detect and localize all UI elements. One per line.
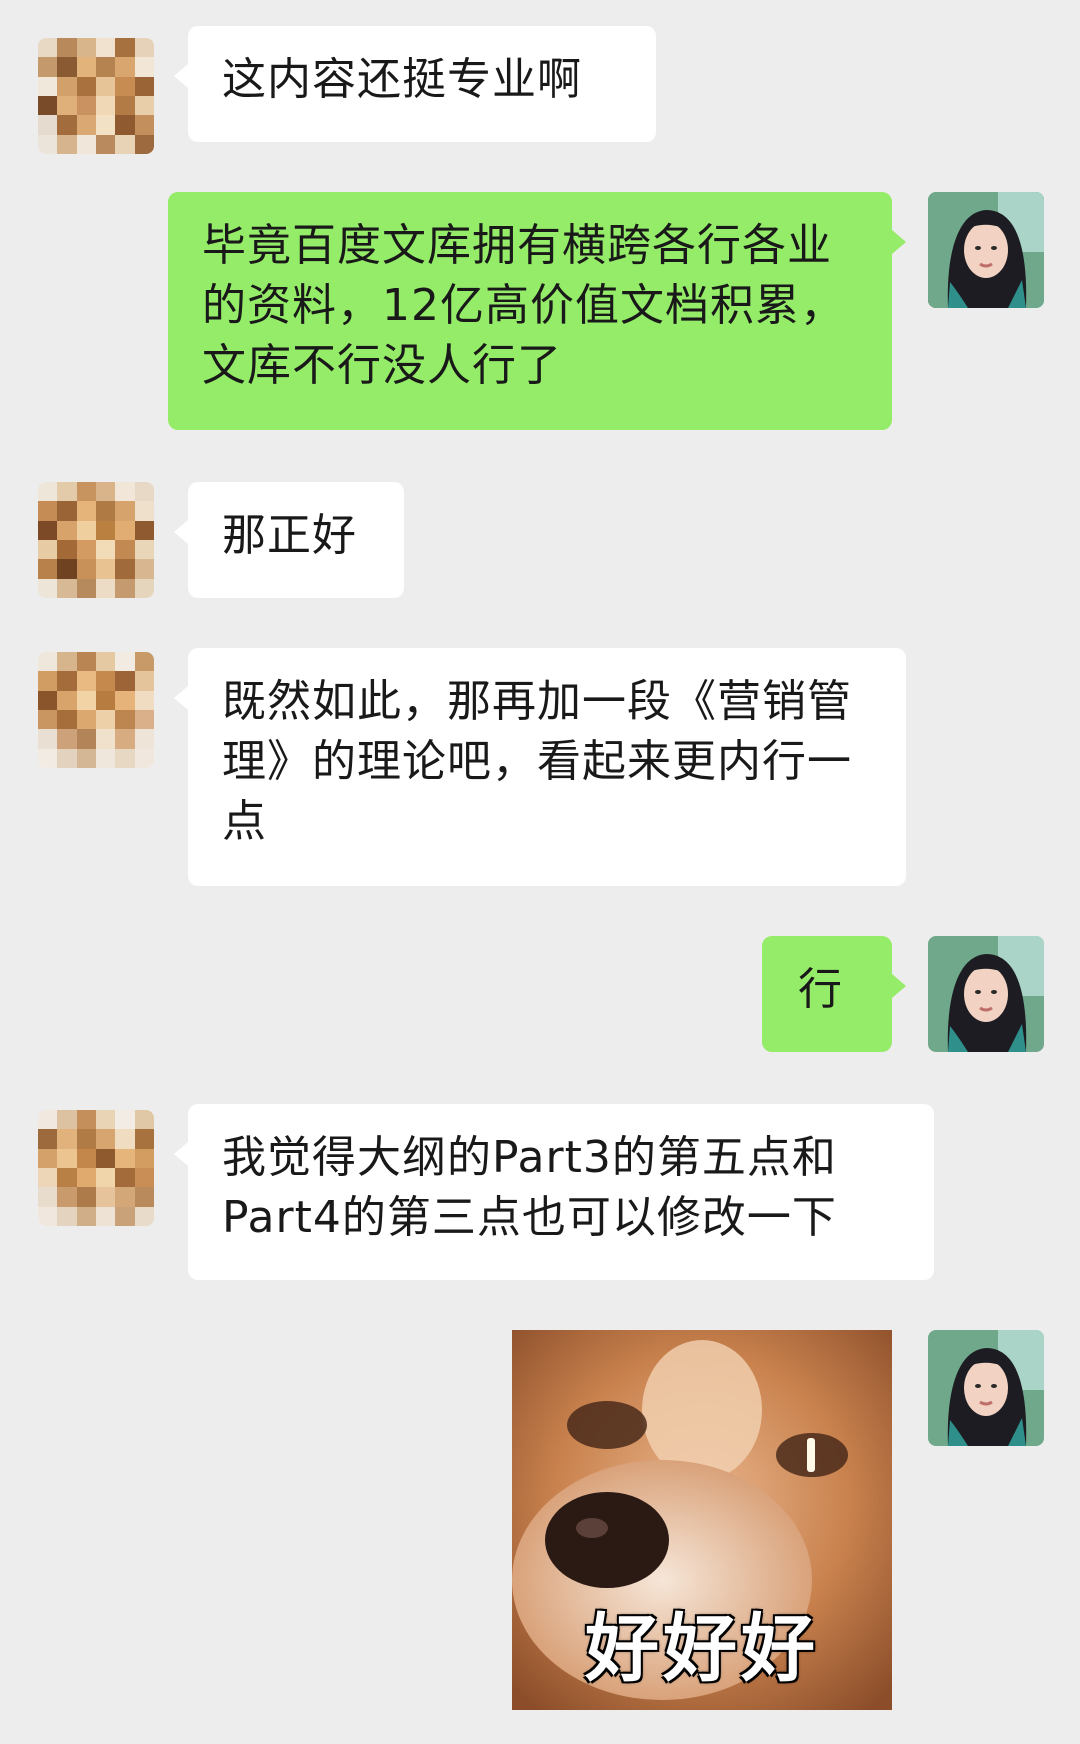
message-bubble-incoming[interactable]: 这内容还挺专业啊 — [174, 26, 656, 142]
user-photo-avatar-icon — [928, 1330, 1044, 1446]
message-bubble-outgoing[interactable]: 毕竟百度文库拥有横跨各行各业的资料，12亿高价值文档积累，文库不行没人行了 — [168, 192, 906, 430]
self-avatar[interactable] — [928, 936, 1044, 1052]
message-text: 我觉得大纲的Part3的第五点和Part4的第三点也可以修改一下 — [222, 1132, 837, 1243]
message-text: 既然如此，那再加一段《营销管理》的理论吧，看起来更内行一点 — [222, 676, 852, 847]
message-bubble-incoming[interactable]: 那正好 — [174, 482, 404, 598]
contact-avatar[interactable] — [38, 482, 154, 598]
message-text: 行 — [798, 964, 843, 1015]
user-photo-avatar-icon — [928, 192, 1044, 308]
user-photo-avatar-icon — [928, 936, 1044, 1052]
chat-window: 这内容还挺专业啊 毕竟百度文库拥有横跨各行各业的资料，12亿高价值文档积累，文库… — [0, 0, 1080, 1744]
message-text: 那正好 — [222, 510, 357, 561]
mosaic-avatar-icon — [38, 38, 154, 154]
message-text: 这内容还挺专业啊 — [222, 54, 582, 105]
sticker-caption: 好好好 — [585, 1606, 819, 1692]
mosaic-avatar-icon — [38, 1110, 154, 1226]
self-avatar[interactable] — [928, 192, 1044, 308]
message-bubble-outgoing[interactable]: 行 — [762, 936, 906, 1052]
message-text: 毕竟百度文库拥有横跨各行各业的资料，12亿高价值文档积累，文库不行没人行了 — [202, 220, 845, 391]
message-bubble-incoming[interactable]: 我觉得大纲的Part3的第五点和Part4的第三点也可以修改一下 — [174, 1104, 934, 1280]
contact-avatar[interactable] — [38, 652, 154, 768]
dog-sticker-image[interactable]: 好好好 — [512, 1330, 892, 1710]
mosaic-avatar-icon — [38, 482, 154, 598]
contact-avatar[interactable] — [38, 1110, 154, 1226]
message-bubble-incoming[interactable]: 既然如此，那再加一段《营销管理》的理论吧，看起来更内行一点 — [174, 648, 906, 886]
self-avatar[interactable] — [928, 1330, 1044, 1446]
contact-avatar[interactable] — [38, 38, 154, 154]
mosaic-avatar-icon — [38, 652, 154, 768]
